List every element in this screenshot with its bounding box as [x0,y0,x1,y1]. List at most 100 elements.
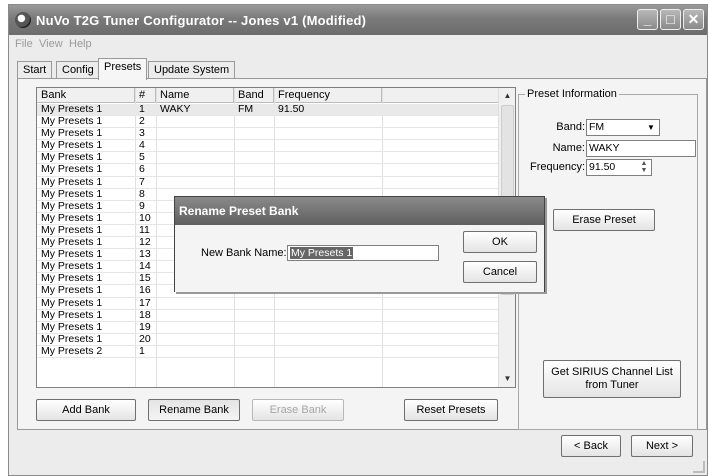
menu-help[interactable]: Help [69,38,92,50]
rename-preset-bank-dialog: Rename Preset Bank New Bank Name: My Pre… [174,196,545,292]
scroll-up-icon[interactable]: ▲ [501,89,514,103]
title-bar[interactable]: NuVo T2G Tuner Configurator -- Jones v1 … [9,5,707,35]
table-cell: My Presets 1 [41,284,103,297]
app-icon [15,12,31,28]
table-cell: 7 [139,175,145,188]
table-cell: 11 [139,223,150,236]
table-row[interactable]: My Presets 1 6 [37,163,499,177]
table-cell: My Presets 1 [41,236,103,249]
column-header-blank [382,88,499,103]
table-row[interactable]: My Presets 1 17 [37,296,499,310]
table-cell: 1 [139,344,145,357]
band-label: Band: [556,121,585,133]
table-cell: 2 [139,115,145,128]
new-bank-name-input[interactable]: My Presets 1 [287,245,439,261]
rename-bank-button[interactable]: Rename Bank [148,399,240,421]
menu-file[interactable]: File [15,38,33,50]
table-cell: My Presets 1 [41,332,103,345]
table-cell: My Presets 2 [41,344,103,357]
erase-bank-button[interactable]: Erase Bank [252,399,344,421]
tab-presets[interactable]: Presets [98,58,148,80]
table-header: Bank # Name Band Frequency [37,88,499,103]
table-row[interactable]: My Presets 1 19 [37,320,499,334]
table-cell: 12 [139,236,151,249]
column-header-band[interactable]: Band [234,88,274,103]
table-cell: 10 [139,211,151,224]
table-cell: My Presets 1 [41,320,103,333]
close-button[interactable]: ✕ [683,9,704,30]
cancel-button[interactable]: Cancel [463,261,537,283]
ok-button[interactable]: OK [463,231,537,253]
table-row[interactable]: My Presets 1 18 [37,308,499,322]
back-button[interactable]: < Back [561,435,621,457]
name-field[interactable]: WAKY [586,140,696,157]
dialog-body: New Bank Name: My Presets 1 OK Cancel [175,225,544,292]
chevron-down-icon[interactable]: ▼ [644,121,658,134]
spinner-arrows-icon[interactable]: ▲ ▼ [638,160,650,175]
column-header-number[interactable]: # [135,88,156,103]
column-header-bank[interactable]: Bank [37,88,135,103]
table-cell: 1 [139,103,145,115]
table-cell: My Presets 1 [41,151,103,164]
table-row[interactable]: My Presets 1 1 WAKY FM 91.50 [37,103,499,117]
dialog-title[interactable]: Rename Preset Bank [175,197,544,225]
add-bank-button[interactable]: Add Bank [36,399,136,421]
erase-preset-button[interactable]: Erase Preset [553,209,655,231]
table-cell: 19 [139,320,151,333]
menu-bar: File View Help [9,35,707,53]
frequency-stepper[interactable]: 91.50 ▲ ▼ [586,159,652,176]
table-row[interactable]: My Presets 1 4 [37,139,499,153]
table-cell: My Presets 1 [41,139,103,152]
table-cell: 5 [139,151,145,164]
table-cell: FM [238,103,254,115]
column-header-frequency[interactable]: Frequency [274,88,382,103]
table-row[interactable]: My Presets 1 7 [37,175,499,189]
table-cell: My Presets 1 [41,260,103,273]
table-cell: My Presets 1 [41,211,103,224]
frequency-label: Frequency: [529,161,585,173]
table-cell: My Presets 1 [41,175,103,188]
table-cell: 13 [139,248,151,261]
tab-config[interactable]: Config [56,61,100,79]
table-cell: My Presets 1 [41,223,103,236]
table-row[interactable]: My Presets 1 5 [37,151,499,165]
column-header-name[interactable]: Name [156,88,234,103]
resize-grip-icon[interactable] [693,461,705,473]
reset-presets-button[interactable]: Reset Presets [404,399,498,421]
table-cell: 17 [139,296,151,309]
preset-information-legend: Preset Information [525,88,619,100]
table-cell: My Presets 1 [41,308,103,321]
window-title: NuVo T2G Tuner Configurator -- Jones v1 … [36,13,367,28]
preset-information-group: Preset Information Band: FM ▼ Name: WAKY… [518,88,698,430]
table-cell: My Presets 1 [41,296,103,309]
band-select[interactable]: FM ▼ [586,119,660,136]
table-cell: 15 [139,272,151,285]
get-sirius-label-line1: Get SIRIUS Channel List [551,366,673,378]
table-cell: 16 [139,284,151,297]
tab-start[interactable]: Start [17,61,53,79]
get-sirius-label-line2: from Tuner [585,379,639,391]
table-row[interactable]: My Presets 1 3 [37,127,499,141]
table-cell: My Presets 1 [41,248,103,261]
table-cell: 91.50 [278,103,305,115]
table-cell: 8 [139,187,145,200]
scroll-down-icon[interactable]: ▼ [501,372,514,386]
table-row[interactable]: My Presets 1 2 [37,115,499,129]
minimize-button[interactable]: _ [637,9,658,30]
tab-update-system[interactable]: Update System [148,61,236,79]
table-cell: My Presets 1 [41,115,103,128]
new-bank-name-value: My Presets 1 [290,247,354,259]
maximize-button[interactable]: □ [660,9,681,30]
table-cell: My Presets 1 [41,187,103,200]
table-cell: My Presets 1 [41,163,103,176]
table-cell: 18 [139,308,151,321]
table-cell: 3 [139,127,145,140]
get-sirius-channel-list-button[interactable]: Get SIRIUS Channel List from Tuner [543,360,681,398]
name-label: Name: [552,142,585,154]
band-select-value: FM [589,121,605,133]
menu-view[interactable]: View [39,38,63,50]
table-row[interactable]: My Presets 1 20 [37,332,499,346]
next-button[interactable]: Next > [631,435,693,457]
frequency-value: 91.50 [589,161,616,173]
table-row[interactable]: My Presets 2 1 [37,344,499,358]
